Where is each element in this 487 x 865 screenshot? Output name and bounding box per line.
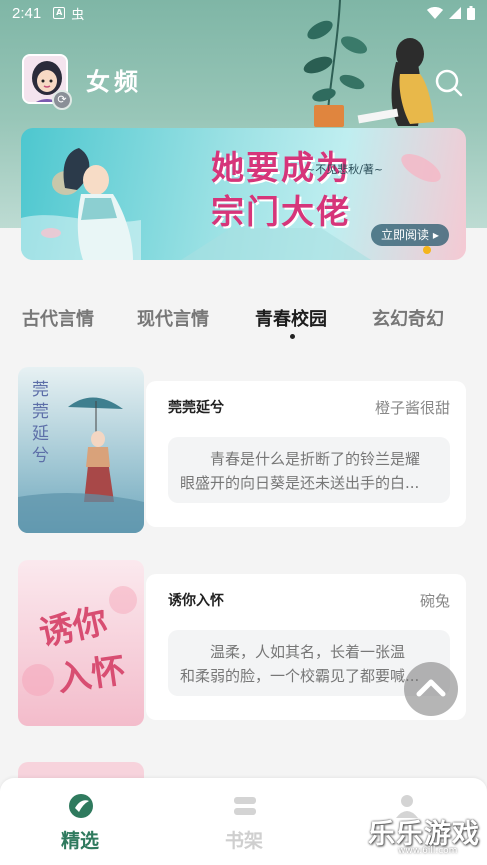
site-watermark: 乐乐游戏 www.6ill.com	[368, 812, 486, 864]
chevron-up-icon	[416, 679, 446, 697]
channel-title: 女频	[86, 67, 142, 96]
tab-fantasy[interactable]: 玄幻奇幻	[372, 305, 444, 331]
book-author: 碗兔	[419, 592, 450, 610]
a-badge-icon: A	[53, 7, 66, 19]
book-description-line2: 眼盛开的向日葵是还未送出手的白...	[180, 474, 420, 492]
carousel-indicator	[423, 246, 431, 254]
wifi-icon	[427, 7, 443, 19]
scroll-to-top-button[interactable]	[404, 662, 458, 716]
status-bar: 2:41 A 虫	[0, 0, 487, 26]
nav-bookshelf[interactable]: 书架	[184, 778, 304, 865]
active-tab-indicator	[290, 334, 295, 339]
search-icon[interactable]	[434, 68, 464, 98]
book-description: 青春是什么是折断了的铃兰是耀 眼盛开的向日葵是还未送出手的白...	[168, 437, 450, 503]
book-cover[interactable]: 莞莞延兮	[18, 367, 144, 533]
watermark-url: www.6ill.com	[398, 846, 458, 856]
book-cover-image: 莞莞延兮	[18, 367, 144, 533]
banner-author: ~不见悲秋/著~	[306, 163, 384, 176]
chinese-glyph-icon: 虫	[71, 7, 85, 23]
promo-banner[interactable]: 她要成为 宗门大佬 ~不见悲秋/著~ 立即阅读 ▸	[21, 128, 466, 260]
featured-icon	[69, 794, 93, 818]
tab-ancient-romance[interactable]: 古代言情	[22, 305, 94, 331]
switch-channel-icon[interactable]: ⟳	[52, 90, 72, 110]
nav-label-featured: 精选	[60, 830, 99, 852]
tab-modern-romance[interactable]: 现代言情	[137, 305, 209, 331]
category-tabs: 古代言情 现代言情 青春校园 玄幻奇幻	[0, 305, 487, 345]
nav-label-bookshelf: 书架	[224, 830, 263, 852]
book-title: 莞莞延兮	[168, 400, 224, 416]
book-cover-image: 诱你 入怀	[18, 560, 144, 726]
book-author: 橙子酱很甜	[374, 399, 450, 417]
book-description-line1: 青春是什么是折断了的铃兰是耀	[210, 450, 421, 468]
banner-title-line2: 宗门大佬	[211, 192, 351, 231]
signal-icon	[449, 7, 461, 19]
book-card[interactable]: 诱你 入怀 诱你入怀 碗兔 温柔，人如其名，长着一张温 和柔弱的脸，一个校霸见了…	[18, 560, 466, 726]
book-description-line1: 温柔，人如其名，长着一张温	[210, 643, 406, 661]
battery-icon	[467, 6, 475, 20]
read-now-button[interactable]: 立即阅读 ▸	[371, 224, 449, 246]
book-description-line2: 和柔弱的脸，一个校霸见了都要喊...	[180, 667, 420, 685]
book-title: 诱你入怀	[168, 593, 224, 609]
nav-featured[interactable]: 精选	[20, 778, 140, 865]
bookshelf-icon	[234, 797, 256, 815]
book-card[interactable]: 莞莞延兮 莞莞延兮 橙子酱很甜 青春是什么是折断了的铃兰是耀 眼盛开的向日葵是还…	[18, 367, 466, 533]
status-time: 2:41	[12, 4, 42, 22]
tab-youth-campus[interactable]: 青春校园	[255, 305, 327, 331]
banner-title: 她要成为 宗门大佬	[151, 146, 411, 234]
book-cover[interactable]: 诱你 入怀	[18, 560, 144, 726]
